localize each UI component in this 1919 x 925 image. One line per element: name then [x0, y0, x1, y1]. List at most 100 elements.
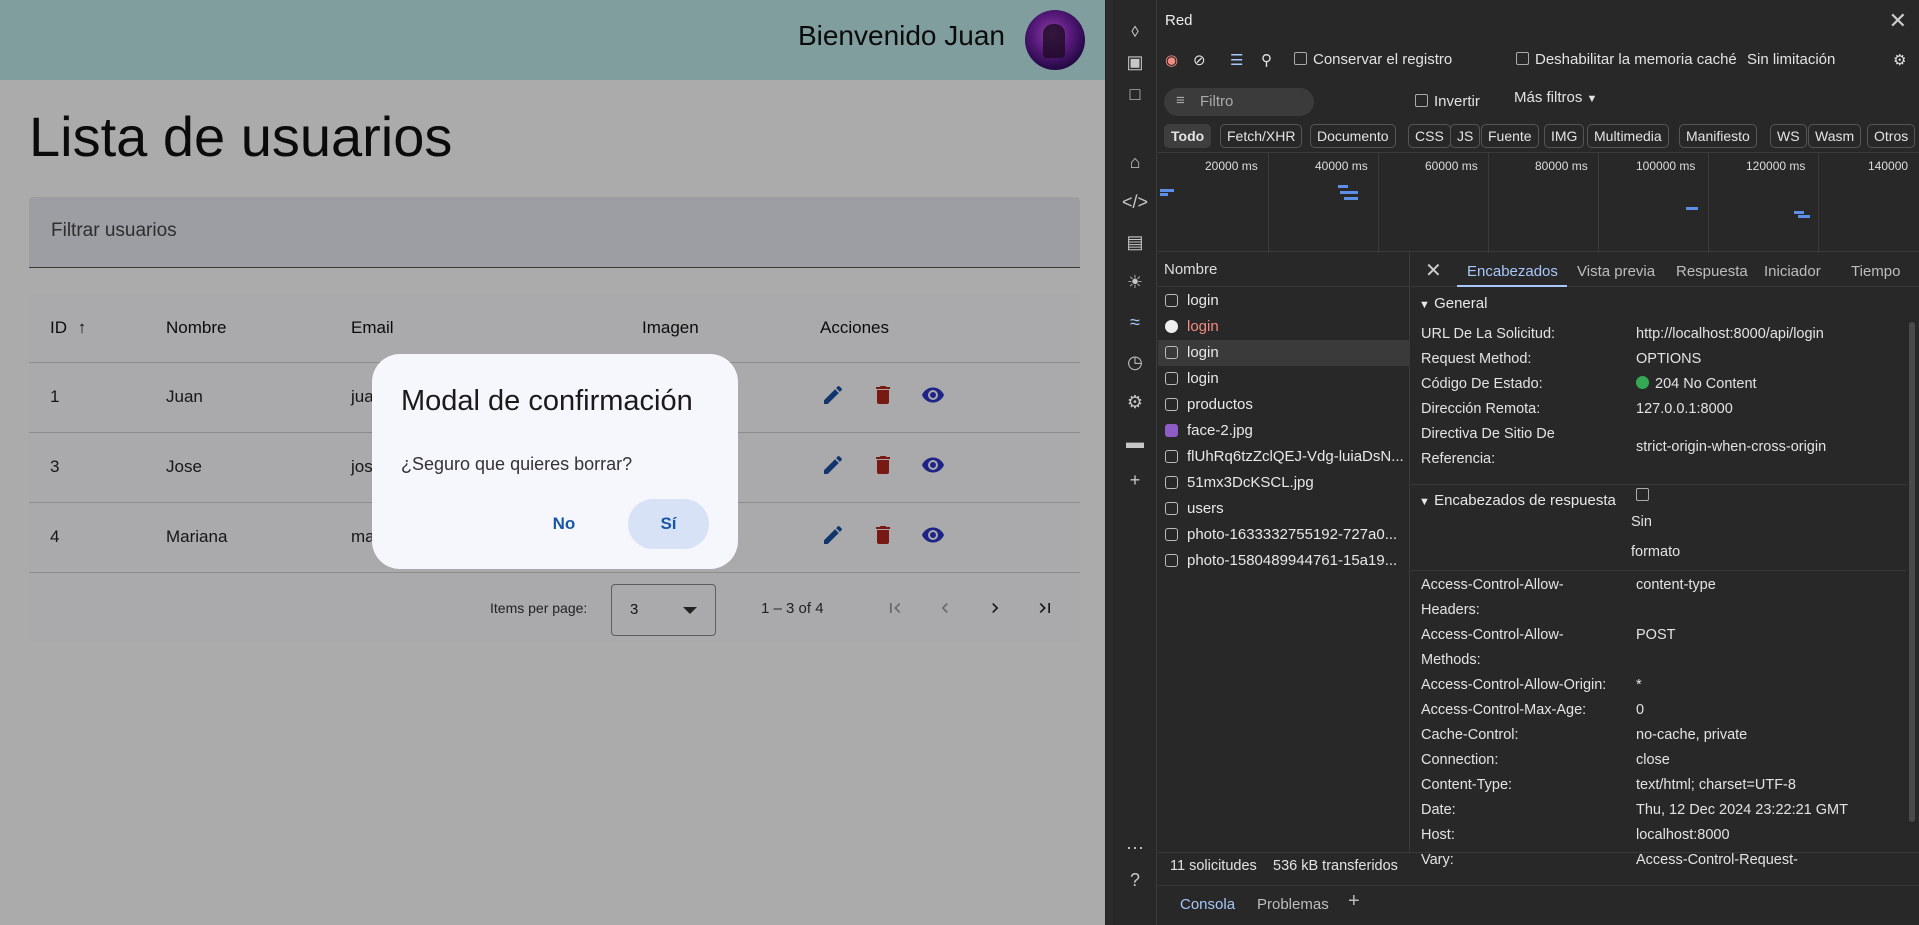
timeline-mark	[1798, 215, 1810, 218]
type-filter-documento[interactable]: Documento	[1310, 124, 1396, 148]
disable-cache-checkbox[interactable]: Deshabilitar la memoria caché	[1516, 51, 1737, 68]
tab-vista-previa[interactable]: Vista previa	[1577, 263, 1655, 280]
type-filter-js[interactable]: JS	[1450, 124, 1481, 148]
tab-consola[interactable]: Consola	[1180, 896, 1235, 913]
timeline-tick: 80000 ms	[1535, 159, 1588, 173]
header-value: http://localhost:8000/api/login	[1636, 326, 1824, 342]
application-icon[interactable]: ▬	[1123, 430, 1147, 454]
settings-icon[interactable]: ⚙	[1893, 51, 1906, 69]
yes-button[interactable]: Sí	[628, 499, 709, 549]
header-key: URL De La Solicitud:	[1421, 326, 1556, 342]
gear-icon[interactable]: ⚙	[1123, 390, 1147, 414]
device-toolbar-icon[interactable]: ▣	[1123, 50, 1147, 74]
add-icon[interactable]: +	[1123, 468, 1147, 492]
details-scrollbar[interactable]	[1909, 322, 1915, 822]
request-row[interactable]: productos	[1158, 392, 1410, 418]
app-window: Bienvenido Juan Lista de usuarios ID ↑ N…	[0, 0, 1106, 925]
preserve-log-label: Conservar el registro	[1313, 51, 1453, 68]
tab-tiempo[interactable]: Tiempo	[1851, 263, 1900, 280]
general-section-header[interactable]: ▼ General	[1419, 295, 1487, 312]
bug-icon[interactable]: ☀	[1123, 270, 1147, 294]
request-row[interactable]: 51mx3DcKSCL.jpg	[1158, 470, 1410, 496]
type-filter-fuente[interactable]: Fuente	[1481, 124, 1539, 148]
response-headers-section-header[interactable]: ▼ Encabezados de respuesta	[1419, 492, 1616, 509]
request-row[interactable]: photo-1580489944761-15a19...	[1158, 548, 1410, 574]
header-key: Date:	[1421, 802, 1456, 818]
request-row[interactable]: login	[1158, 288, 1410, 314]
throttling-select[interactable]: Sin limitación	[1747, 51, 1835, 68]
modal-text: ¿Seguro que quieres borrar?	[401, 454, 633, 474]
request-name: login	[1187, 344, 1219, 361]
header-value: strict-origin-when-cross-origin	[1636, 439, 1827, 455]
request-row[interactable]: users	[1158, 496, 1410, 522]
type-filter-otros[interactable]: Otros	[1867, 124, 1916, 148]
tab-iniciador[interactable]: Iniciador	[1764, 263, 1821, 280]
type-filter-img[interactable]: IMG	[1544, 124, 1585, 148]
request-row[interactable]: login	[1158, 314, 1410, 340]
type-filter-ws[interactable]: WS	[1770, 124, 1807, 148]
network-icon[interactable]: ≈	[1123, 310, 1147, 334]
record-icon[interactable]: ◉	[1165, 51, 1178, 69]
filter-icon[interactable]: ☰	[1230, 51, 1243, 69]
transferred-size: 536 kB transferidos	[1273, 858, 1398, 874]
raw-checkbox[interactable]	[1636, 488, 1649, 501]
more-icon[interactable]: ⋯	[1123, 836, 1147, 860]
preserve-log-checkbox[interactable]: Conservar el registro	[1294, 51, 1452, 68]
network-filter-input[interactable]: ≡ Filtro	[1164, 88, 1314, 116]
tab-respuesta[interactable]: Respuesta	[1676, 263, 1748, 280]
elements-icon[interactable]: </>	[1122, 190, 1148, 214]
type-filter-fetch[interactable]: Fetch/XHR	[1220, 124, 1303, 148]
help-icon[interactable]: ?	[1123, 868, 1147, 892]
image-icon	[1165, 528, 1178, 541]
more-filters-button[interactable]: Más filtros ▼	[1514, 89, 1597, 106]
error-icon	[1165, 320, 1178, 333]
name-column-header: Nombre	[1164, 261, 1218, 278]
devtools-panel: ⬨ ▣ □ ⌂ </> ▤ ☀ ≈ ◷ ⚙ ▬ + ⋯ ? Red ✕ ◉ ⊘ …	[1113, 0, 1919, 925]
filter-lines-icon: ≡	[1176, 92, 1185, 109]
clear-icon[interactable]: ⊘	[1193, 51, 1206, 69]
fetch-icon	[1165, 398, 1178, 411]
close-icon[interactable]: ✕	[1889, 8, 1907, 34]
type-filter-todo[interactable]: Todo	[1164, 124, 1212, 148]
network-timeline[interactable]: 20000 ms 40000 ms 60000 ms 80000 ms 1000…	[1158, 152, 1919, 253]
inspect-icon[interactable]: ⬨	[1123, 18, 1147, 42]
tab-problemas[interactable]: Problemas	[1257, 896, 1329, 913]
header-key: Connection:	[1421, 752, 1499, 768]
timeline-tick: 100000 ms	[1636, 159, 1696, 173]
timeline-mark	[1338, 185, 1348, 188]
tab-encabezados[interactable]: Encabezados	[1467, 263, 1558, 280]
fetch-icon	[1165, 372, 1178, 385]
header-key: Access-Control-Allow-	[1421, 577, 1564, 593]
console-icon[interactable]: ▤	[1123, 230, 1147, 254]
header-value: POST	[1636, 627, 1676, 643]
timeline-tick: 120000 ms	[1746, 159, 1806, 173]
request-name: login	[1187, 370, 1219, 387]
request-row[interactable]: login	[1158, 340, 1410, 366]
header-key: Methods:	[1421, 652, 1481, 668]
header-value: 0	[1636, 702, 1645, 718]
request-row[interactable]: flUhRq6tzZclQEJ-Vdg-luiaDsN...	[1158, 444, 1410, 470]
type-filter-manifiesto[interactable]: Manifiesto	[1679, 124, 1757, 148]
network-panel: Red ✕ ◉ ⊘ ☰ ⚲ Conservar el registro Desh…	[1158, 0, 1919, 925]
timeline-gridline	[1488, 153, 1489, 253]
search-icon[interactable]: ⚲	[1261, 51, 1272, 69]
fetch-icon	[1165, 502, 1178, 515]
status-dot-icon	[1636, 376, 1649, 389]
request-name: productos	[1187, 396, 1253, 413]
general-title: General	[1434, 295, 1488, 312]
request-row[interactable]: login	[1158, 366, 1410, 392]
request-row[interactable]: face-2.jpg	[1158, 418, 1410, 444]
invert-checkbox[interactable]: Invertir	[1415, 93, 1480, 110]
caret-down-icon: ▼	[1419, 496, 1430, 508]
close-details-icon[interactable]: ✕	[1425, 258, 1442, 283]
type-filter-css[interactable]: CSS	[1408, 124, 1451, 148]
performance-icon[interactable]: ◷	[1123, 350, 1147, 374]
home-icon[interactable]: ⌂	[1123, 150, 1147, 174]
request-row[interactable]: photo-1633332755192-727a0...	[1158, 522, 1410, 548]
type-filter-wasm[interactable]: Wasm	[1808, 124, 1862, 148]
add-tab-icon[interactable]: +	[1348, 890, 1360, 913]
type-filter-multimedia[interactable]: Multimedia	[1587, 124, 1669, 148]
request-list-header[interactable]: Nombre	[1158, 252, 1409, 287]
window-icon[interactable]: □	[1123, 82, 1147, 106]
no-button[interactable]: No	[532, 499, 596, 549]
